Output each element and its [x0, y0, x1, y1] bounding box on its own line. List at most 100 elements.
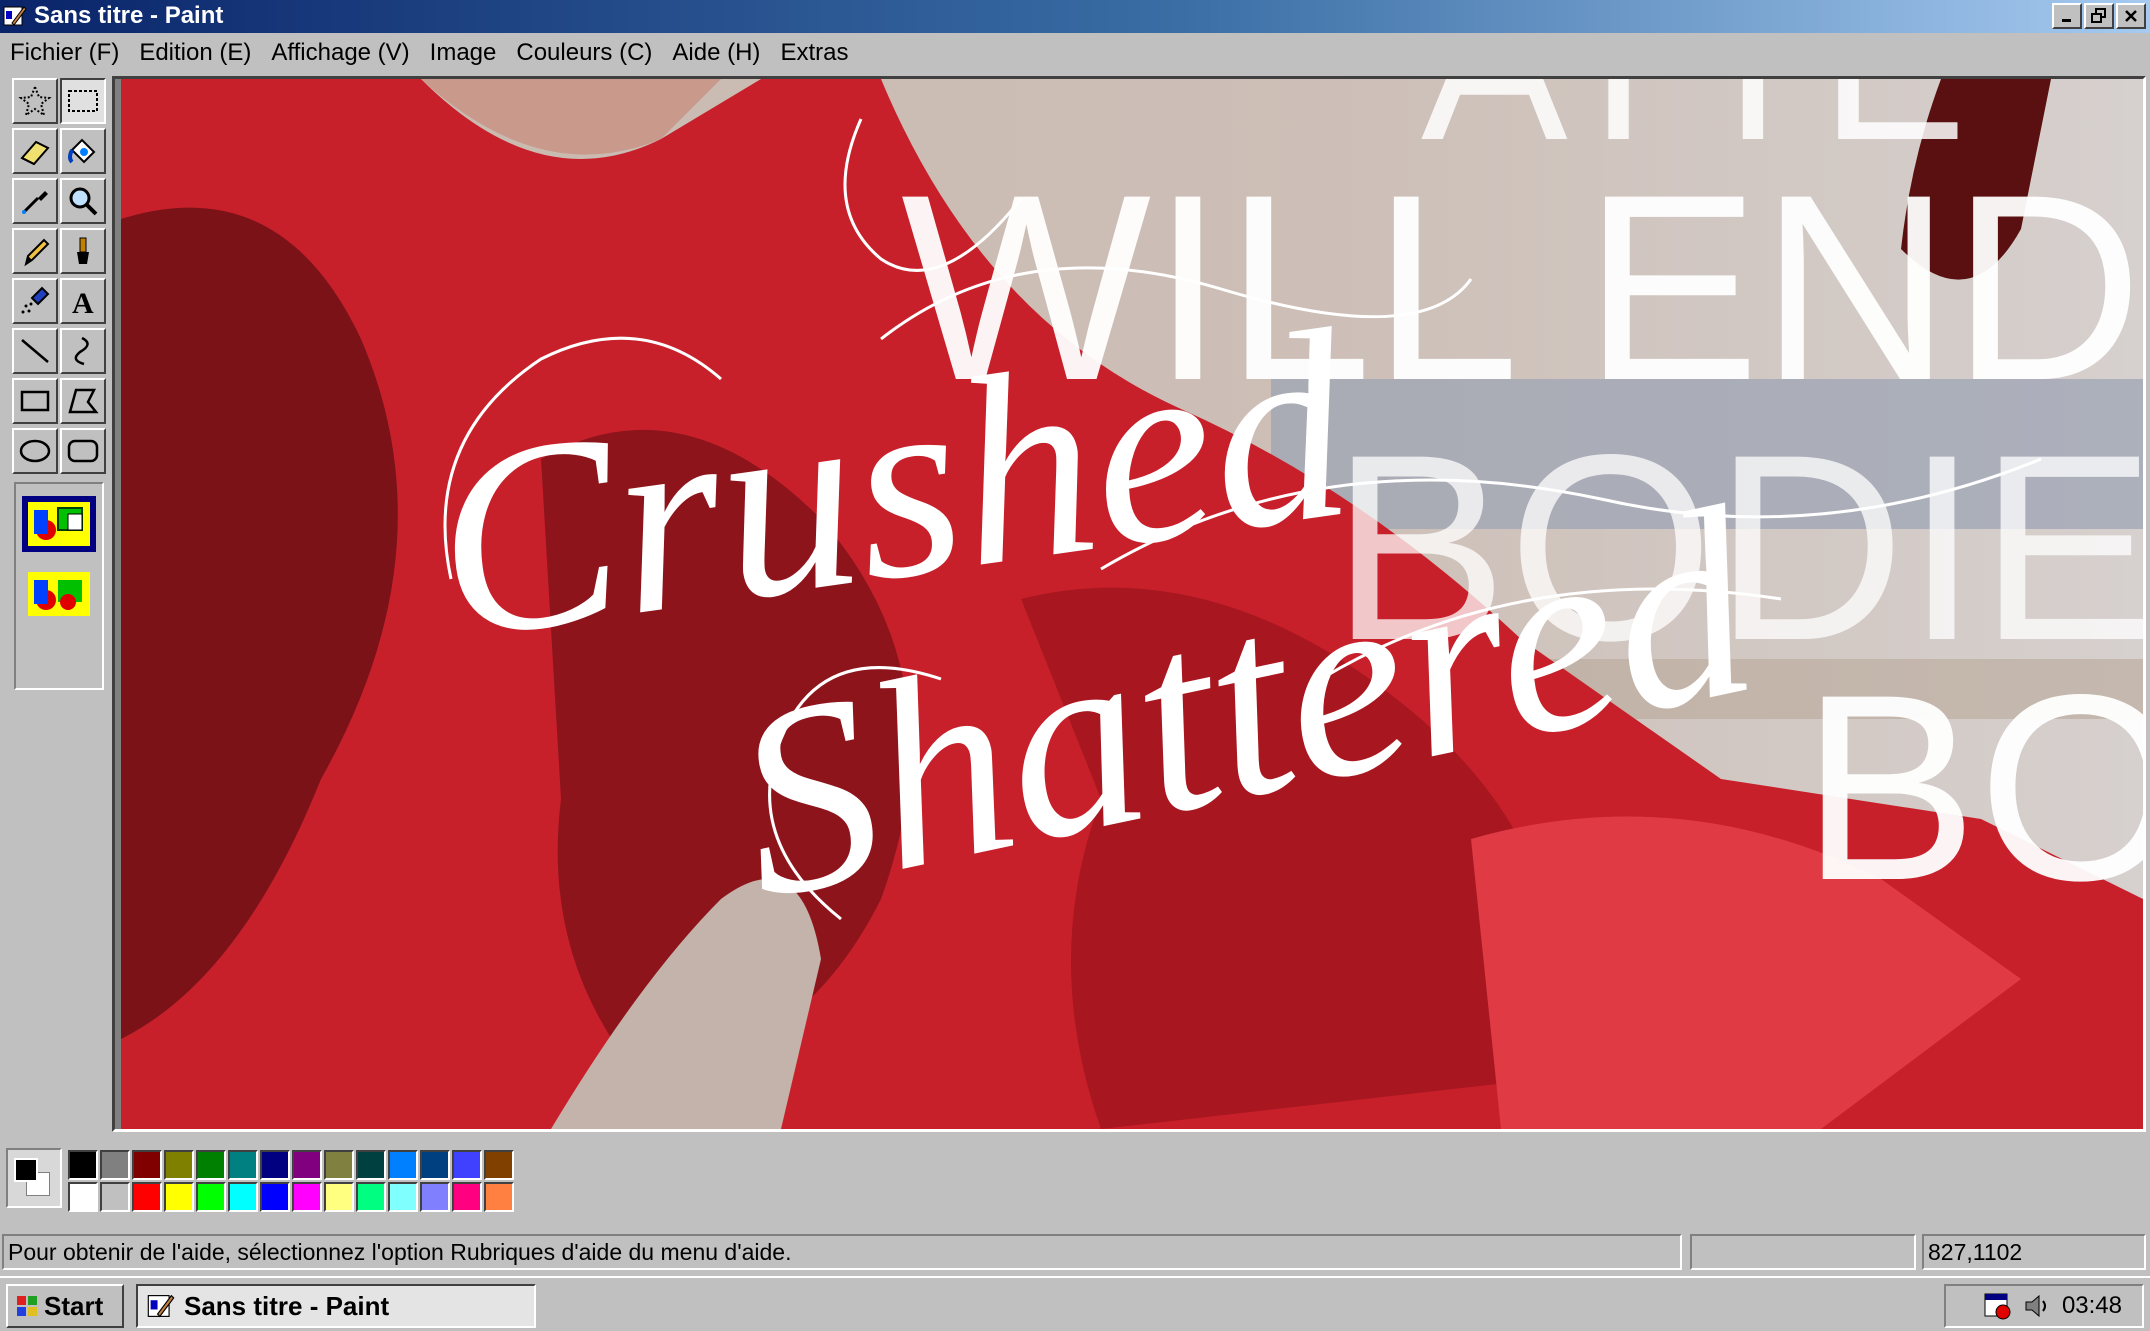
status-bar: Pour obtenir de l'aide, sélectionnez l'o… — [0, 1232, 2150, 1272]
palette-swatch[interactable] — [452, 1150, 482, 1180]
status-coordinates: 827,1102 — [1922, 1234, 2146, 1270]
tool-rect-select[interactable] — [60, 78, 106, 124]
palette-swatch[interactable] — [68, 1182, 98, 1212]
start-button[interactable]: Start — [6, 1284, 124, 1328]
system-tray: 03:48 — [1944, 1284, 2144, 1328]
palette-swatch[interactable] — [420, 1150, 450, 1180]
menu-couleurs[interactable]: Couleurs (C) — [506, 33, 662, 73]
rectangle-icon — [20, 390, 50, 412]
pencil-icon — [24, 238, 50, 267]
block-text-bo: BO — [1801, 640, 2143, 936]
toolbox: A — [4, 76, 110, 1132]
palette-swatch[interactable] — [420, 1182, 450, 1212]
tool-curve[interactable] — [60, 328, 106, 374]
palette-swatch[interactable] — [292, 1150, 322, 1180]
menu-aide[interactable]: Aide (H) — [662, 33, 770, 73]
menu-affichage[interactable]: Affichage (V) — [261, 33, 419, 73]
restore-icon — [2091, 8, 2106, 23]
taskbar: Start Sans titre - Paint 03:48 — [0, 1276, 2150, 1331]
palette-swatch[interactable] — [228, 1182, 258, 1212]
swatch-grid — [68, 1150, 516, 1214]
tool-airbrush[interactable] — [12, 278, 58, 324]
tool-line[interactable] — [12, 328, 58, 374]
status-size — [1690, 1234, 1916, 1270]
airbrush-icon — [21, 286, 50, 314]
option-transparent-on[interactable] — [22, 566, 96, 622]
tool-fill[interactable] — [60, 128, 106, 174]
menu-image[interactable]: Image — [420, 33, 507, 73]
drawing-canvas[interactable]: ATTE WILL END BODIE BO Crushed Shattered — [121, 79, 2143, 1129]
palette-swatch[interactable] — [324, 1150, 354, 1180]
speaker-icon[interactable] — [2022, 1291, 2052, 1321]
palette-swatch[interactable] — [484, 1182, 514, 1212]
palette-swatch[interactable] — [324, 1182, 354, 1212]
dotted-rect-icon — [68, 90, 98, 112]
minimize-icon — [2062, 19, 2071, 22]
palette-swatch[interactable] — [260, 1182, 290, 1212]
palette-swatch[interactable] — [260, 1150, 290, 1180]
canvas-area[interactable]: ATTE WILL END BODIE BO Crushed Shattered — [112, 76, 2146, 1132]
menu-fichier[interactable]: Fichier (F) — [0, 33, 129, 73]
tool-rectangle[interactable] — [12, 378, 58, 424]
foreground-color-swatch[interactable] — [14, 1158, 38, 1182]
menu-edition[interactable]: Edition (E) — [129, 33, 261, 73]
transparent-selection-icon — [28, 572, 90, 616]
tool-options-panel — [14, 482, 104, 690]
palette-swatch[interactable] — [164, 1182, 194, 1212]
palette-swatch[interactable] — [452, 1182, 482, 1212]
palette-swatch[interactable] — [132, 1150, 162, 1180]
maximize-button[interactable] — [2084, 3, 2114, 29]
paint-app-icon — [3, 6, 27, 26]
palette-swatch[interactable] — [68, 1150, 98, 1180]
brush-icon — [77, 237, 89, 264]
current-colors[interactable] — [6, 1148, 62, 1208]
paint-app-icon — [147, 1294, 175, 1318]
minimize-button[interactable] — [2052, 3, 2082, 29]
tool-ellipse[interactable] — [12, 428, 58, 474]
paint-bucket-icon — [68, 138, 96, 164]
palette-swatch[interactable] — [388, 1150, 418, 1180]
tool-free-select[interactable] — [12, 78, 58, 124]
clock[interactable]: 03:48 — [2062, 1292, 2122, 1320]
palette-swatch[interactable] — [100, 1150, 130, 1180]
tool-brush[interactable] — [60, 228, 106, 274]
palette-swatch[interactable] — [484, 1150, 514, 1180]
line-icon — [21, 339, 49, 363]
palette-swatch[interactable] — [292, 1182, 322, 1212]
tool-rounded-rect[interactable] — [60, 428, 106, 474]
tool-text[interactable]: A — [60, 278, 106, 324]
scheduler-icon[interactable] — [1982, 1291, 2012, 1321]
taskbar-paint-label: Sans titre - Paint — [184, 1290, 390, 1321]
tool-pick-color[interactable] — [12, 178, 58, 224]
eraser-icon — [20, 140, 50, 166]
palette-swatch[interactable] — [164, 1150, 194, 1180]
svg-text:A: A — [72, 287, 94, 318]
palette-swatch[interactable] — [388, 1182, 418, 1212]
tool-magnifier[interactable] — [60, 178, 106, 224]
taskbar-paint-button[interactable]: Sans titre - Paint — [136, 1284, 536, 1328]
status-help-text: Pour obtenir de l'aide, sélectionnez l'o… — [2, 1234, 1682, 1270]
color-palette — [0, 1140, 2150, 1220]
start-label: Start — [44, 1290, 104, 1321]
windows-logo-icon — [17, 1296, 37, 1316]
title-bar[interactable]: Sans titre - Paint — [0, 0, 2150, 33]
close-button[interactable] — [2116, 3, 2146, 29]
tool-pencil[interactable] — [12, 228, 58, 274]
menu-extras[interactable]: Extras — [770, 33, 858, 73]
tool-eraser[interactable] — [12, 128, 58, 174]
magnifier-icon — [69, 187, 98, 216]
palette-swatch[interactable] — [196, 1150, 226, 1180]
tool-polygon[interactable] — [60, 378, 106, 424]
option-transparent-off[interactable] — [22, 496, 96, 552]
palette-swatch[interactable] — [228, 1150, 258, 1180]
palette-swatch[interactable] — [132, 1182, 162, 1212]
menu-bar: Fichier (F) Edition (E) Affichage (V) Im… — [0, 33, 2150, 73]
polygon-icon — [68, 388, 99, 414]
palette-swatch[interactable] — [100, 1182, 130, 1212]
rounded-rectangle-icon — [67, 439, 99, 463]
palette-swatch[interactable] — [356, 1182, 386, 1212]
palette-swatch[interactable] — [356, 1150, 386, 1180]
eyedropper-icon — [21, 191, 48, 215]
curve-icon — [74, 336, 89, 366]
palette-swatch[interactable] — [196, 1182, 226, 1212]
